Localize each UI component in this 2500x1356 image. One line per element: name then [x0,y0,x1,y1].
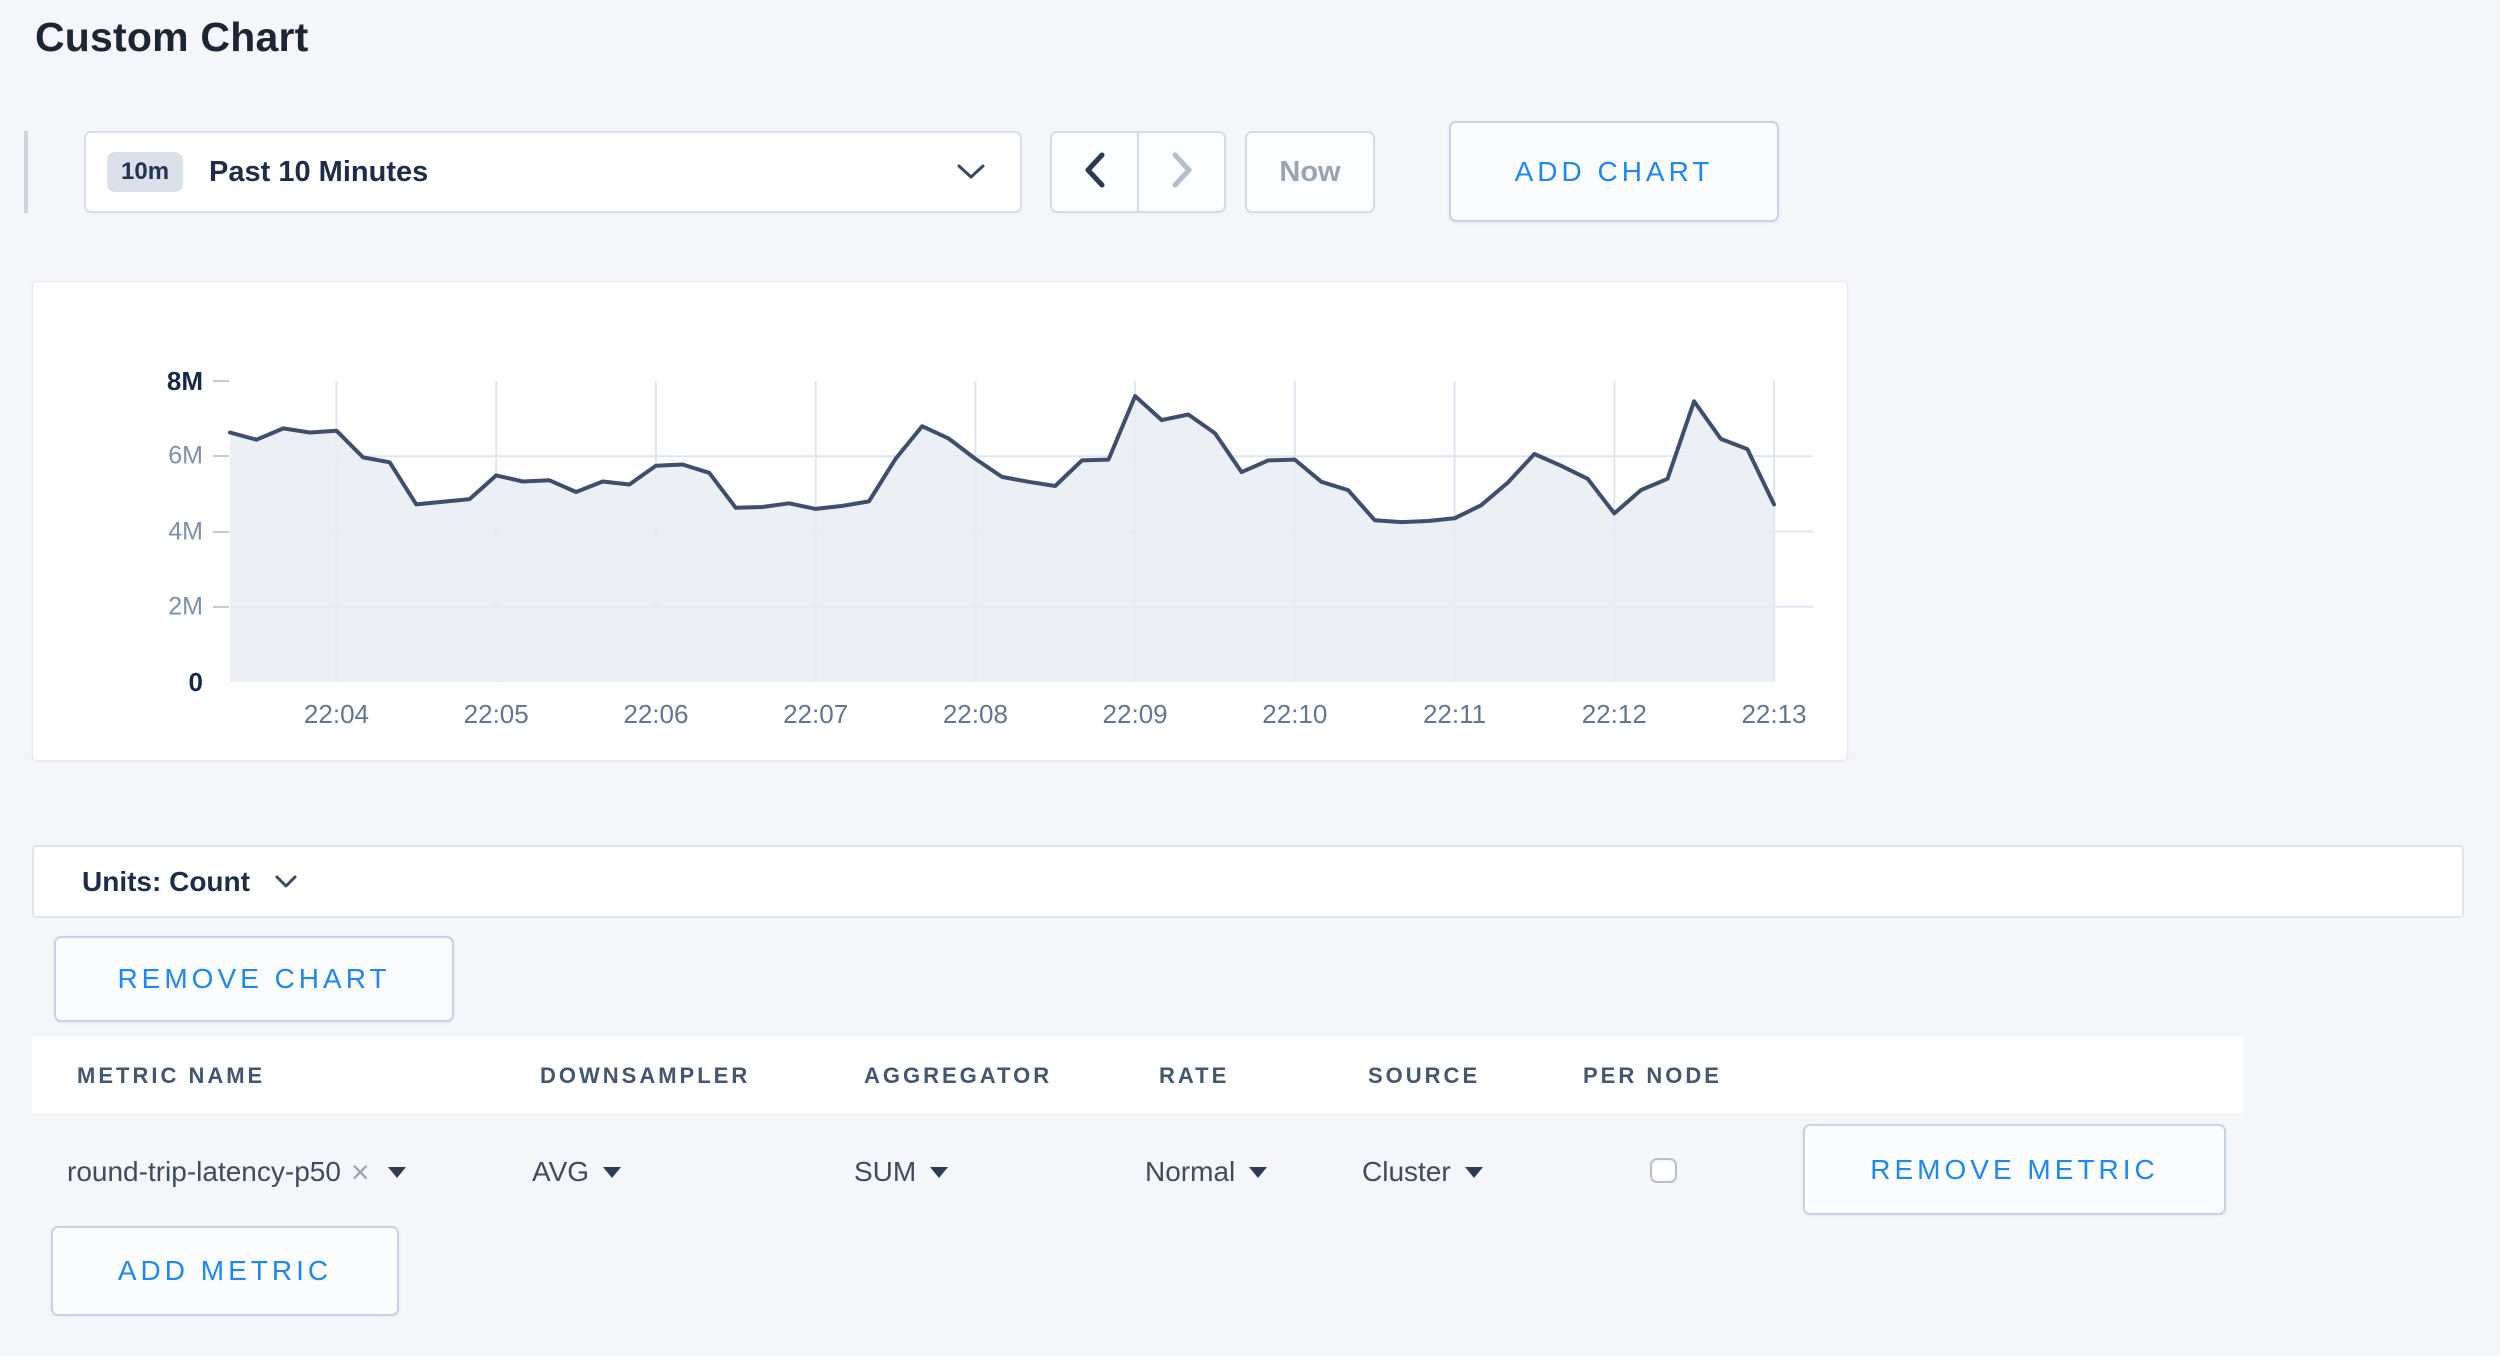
page-title: Custom Chart [35,14,308,61]
downsampler-select[interactable]: AVG [532,1148,621,1196]
chart-plot-area[interactable] [230,381,1813,682]
caret-down-icon [930,1167,948,1178]
y-axis-tick-label: 6M [53,444,203,469]
rate-select[interactable]: Normal [1145,1148,1267,1196]
chevron-right-icon [1170,151,1194,194]
add-metric-button[interactable]: ADD METRIC [51,1226,399,1316]
time-range-dropdown[interactable]: 10m Past 10 Minutes [84,131,1022,213]
aggregator-value: SUM [854,1156,916,1188]
caret-down-icon [1465,1167,1483,1178]
x-axis-tick-label: 22:09 [1103,699,1168,730]
units-dropdown[interactable]: Units: Count [32,845,2464,918]
metric-name-select[interactable]: round-trip-latency-p50 × [67,1148,406,1196]
time-step-group [1050,131,1226,213]
x-axis-tick-label: 22:08 [943,699,1008,730]
remove-metric-button[interactable]: REMOVE METRIC [1803,1124,2226,1215]
next-time-button[interactable] [1137,133,1224,211]
toolbar-divider [24,131,28,213]
col-header-rate: RATE [1159,1063,1229,1089]
chart-card: 0 2M 4M 6M 8M 22:04 22:05 22:06 22:07 22:08 22:09… [32,281,1848,761]
metric-name-value: round-trip-latency-p50 [67,1156,341,1188]
y-axis-tick-label: 8M [53,368,203,394]
x-axis-tick-label: 22:05 [464,699,529,730]
col-header-per-node: PER NODE [1583,1063,1722,1089]
time-range-label: Past 10 Minutes [209,156,428,189]
col-header-aggregator: AGGREGATOR [864,1063,1052,1089]
y-axis-tick-mark [213,455,229,457]
y-axis-tick-label: 2M [53,594,203,619]
downsampler-value: AVG [532,1156,589,1188]
y-axis-tick-label: 4M [53,519,203,544]
clear-metric-icon[interactable]: × [351,1156,370,1188]
rate-value: Normal [1145,1156,1235,1188]
y-axis-tick-mark [213,606,229,608]
x-axis-tick-label: 22:10 [1262,699,1327,730]
x-axis-tick-label: 22:07 [783,699,848,730]
chevron-left-icon [1083,151,1107,194]
x-axis-tick-label: 22:11 [1423,699,1486,730]
caret-down-icon [1249,1167,1267,1178]
units-label: Units: Count [82,866,250,898]
add-chart-button[interactable]: ADD CHART [1449,121,1779,222]
x-axis-tick-label: 22:04 [304,699,369,730]
x-axis-tick-label: 22:13 [1741,699,1806,730]
prev-time-button[interactable] [1052,133,1137,211]
y-axis-tick-mark [213,531,229,533]
x-axis-tick-label: 22:06 [623,699,688,730]
chevron-down-icon [274,874,298,889]
col-header-metric-name: METRIC NAME [77,1063,265,1089]
chevron-down-icon [956,163,986,181]
caret-down-icon [388,1167,406,1178]
chart-svg [230,381,1813,682]
per-node-checkbox[interactable] [1650,1158,1677,1183]
source-select[interactable]: Cluster [1362,1148,1483,1196]
metrics-table-header [32,1036,2243,1113]
col-header-downsampler: DOWNSAMPLER [540,1063,750,1089]
aggregator-select[interactable]: SUM [854,1148,948,1196]
x-axis-tick-label: 22:12 [1582,699,1647,730]
y-axis-tick-label: 0 [53,669,203,695]
remove-chart-button[interactable]: REMOVE CHART [54,936,454,1022]
caret-down-icon [603,1167,621,1178]
time-scale-badge: 10m [107,152,183,192]
now-button[interactable]: Now [1245,131,1375,213]
y-axis-tick-mark [213,380,229,382]
source-value: Cluster [1362,1156,1451,1188]
col-header-source: SOURCE [1368,1063,1480,1089]
